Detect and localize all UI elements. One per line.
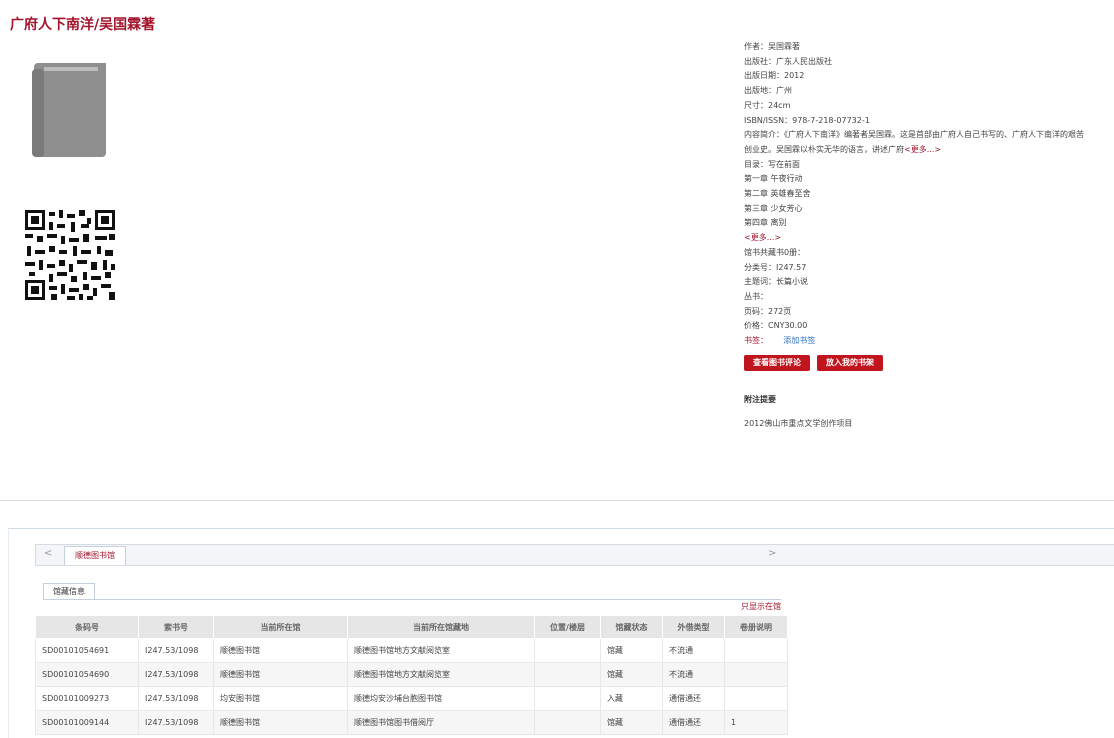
add-to-shelf-button[interactable]: 放入我的书架 [817,354,883,371]
tab-holdings-info[interactable]: 馆藏信息 [43,583,95,600]
table-row: SD00101054690 I247.53/1098 顺德图书馆 顺德图书馆地方… [35,662,788,687]
pub-place-field: 出版地：广州 [744,86,792,96]
location-cell: 顺德图书馆图书借阅厅 [347,710,535,735]
loan-type-cell: 不流通 [662,638,725,663]
status-cell: 馆藏 [600,710,663,735]
barcode-cell: SD00101009273 [35,686,139,711]
library-cell: 顺德图书馆 [213,638,348,663]
size-field: 尺寸：24cm [744,100,791,110]
pub-date-field: 出版日期：2012 [744,71,805,81]
floor-cell [534,710,601,735]
publisher-field: 出版社：广东人民出版社 [744,56,832,66]
location-cell: 顺德均安沙埔台胞图书馆 [347,686,535,711]
floor-cell [534,638,601,663]
column-header[interactable]: 当前所在馆藏地 [347,615,535,639]
summary-more-link[interactable]: <更多...> [904,145,941,154]
attach-title: 附注提要 [744,394,776,404]
loan-type-cell: 通借通还 [662,686,725,711]
attach-text: 2012佛山市重点文学创作项目 [744,419,853,429]
library-cell: 顺德图书馆 [213,710,348,735]
column-header[interactable]: 当前所在馆 [213,615,348,639]
status-cell: 入藏 [600,686,663,711]
book-info-panel: 作者：吴国霖著 出版社：广东人民出版社 出版日期：2012 出版地：广州 尺寸：… [744,40,1104,432]
divider [0,500,1114,501]
chevron-left-icon[interactable]: < [44,548,52,559]
volume-cell: 1 [724,710,788,735]
tab-library[interactable]: 顺德图书馆 [64,546,126,565]
toc-item: 第三章 少女芳心 [744,203,803,213]
subject-field: 主题词：长篇小说 [744,277,808,287]
floor-cell [534,662,601,687]
barcode-cell: SD00101054691 [35,638,139,663]
location-cell: 顺德图书馆地方文献阅览室 [347,662,535,687]
summary-line-2: 创业史。吴国霖以朴实无华的语言，讲述广府<更多...> [744,143,1104,158]
summary-text: 创业史。吴国霖以朴实无华的语言，讲述广府 [744,144,904,154]
barcode-cell: SD00101009144 [35,710,139,735]
table-row: SD00101009144 I247.53/1098 顺德图书馆 顺德图书馆图书… [35,710,788,735]
isbn-field: ISBN/ISSN：978-7-218-07732-1 [744,115,870,125]
tags-row: 书签： 添加书签 [744,334,1104,349]
toc-more-link[interactable]: <更多...> [744,231,1104,246]
table-header-row: 条码号 索书号 当前所在馆 当前所在馆藏地 位置/楼层 馆藏状态 外借类型 卷册… [35,615,788,639]
volume-cell [724,662,788,687]
column-header[interactable]: 索书号 [138,615,214,639]
column-header[interactable]: 条码号 [35,615,139,639]
copies-field: 馆书共藏书0册： [744,247,806,257]
book-title: 广府人下南洋/吴国霖著 [10,17,156,33]
status-cell: 馆藏 [600,662,663,687]
toc-item: 第四章 离别 [744,218,787,228]
chevron-right-icon[interactable]: > [768,548,776,559]
view-reviews-button[interactable]: 查看图书评论 [744,354,810,371]
loan-type-cell: 通借通还 [662,710,725,735]
holdings-panel: < 顺德图书馆 > 馆藏信息 只显示在馆 条码号 索书号 当前所在馆 当前所在馆… [8,528,1114,738]
library-cell: 均安图书馆 [213,686,348,711]
subtab-divider [43,599,781,600]
book-icon [32,63,106,157]
holdings-table: 条码号 索书号 当前所在馆 当前所在馆藏地 位置/楼层 馆藏状态 外借类型 卷册… [35,615,788,735]
library-cell: 顺德图书馆 [213,662,348,687]
author-field: 作者：吴国霖著 [744,42,800,51]
call-number-cell: I247.53/1098 [138,638,214,663]
call-number-cell: I247.53/1098 [138,662,214,687]
summary-line-1: 内容简介：《广府人下南洋》编著者吴国霖。这是首部由广府人自己书写的、广府人下南洋… [744,130,1084,140]
table-row: SD00101054691 I247.53/1098 顺德图书馆 顺德图书馆地方… [35,638,788,663]
tags-label: 书签： [744,336,768,346]
location-cell: 顺德图书馆地方文献阅览室 [347,638,535,663]
series-field: 丛书： [744,291,768,301]
qr-code-icon [25,210,115,300]
floor-cell [534,686,601,711]
barcode-cell: SD00101054690 [35,662,139,687]
add-tag-link[interactable]: 添加书签 [783,336,815,345]
column-header[interactable]: 卷册说明 [724,615,788,639]
status-cell: 馆藏 [600,638,663,663]
call-number-cell: I247.53/1098 [138,710,214,735]
toc-item: 第一章 午夜行动 [744,174,803,184]
class-no-field: 分类号：I247.57 [744,262,807,272]
library-tabbar: < 顺德图书馆 > [35,544,1114,566]
pages-field: 页码：272页 [744,306,792,316]
volume-cell [724,638,788,663]
column-header[interactable]: 馆藏状态 [600,615,663,639]
column-header[interactable]: 位置/楼层 [534,615,601,639]
column-header[interactable]: 外借类型 [662,615,725,639]
volume-cell [724,686,788,711]
toc-item: 第二章 英雄春至舍 [744,189,811,199]
table-row: SD00101009273 I247.53/1098 均安图书馆 顺德均安沙埔台… [35,686,788,711]
only-show-available-link[interactable]: 只显示在馆 [741,601,781,612]
call-number-cell: I247.53/1098 [138,686,214,711]
toc-label: 目录：写在前面 [744,159,800,169]
loan-type-cell: 不流通 [662,662,725,687]
price-field: 价格：CNY30.00 [744,321,808,331]
